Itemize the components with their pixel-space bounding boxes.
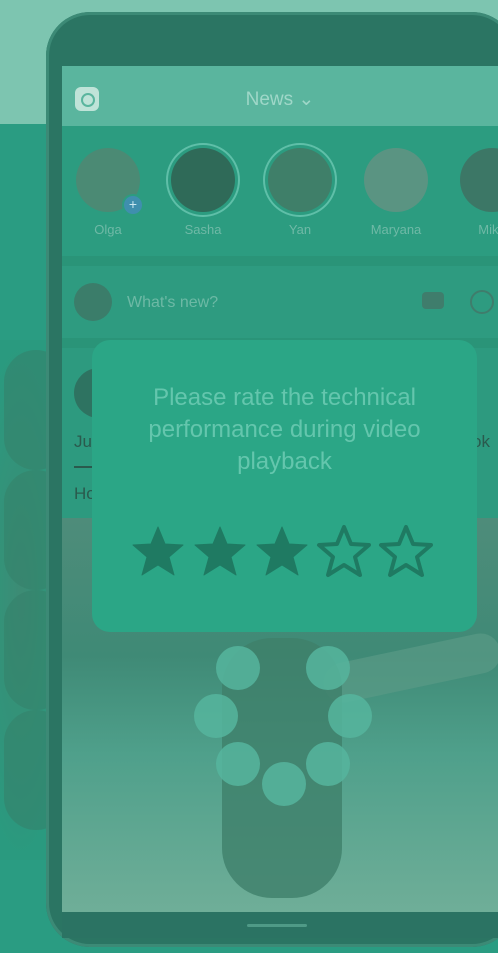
avatar xyxy=(74,283,112,321)
spinner-dot xyxy=(216,646,260,690)
story-name: Olga xyxy=(94,222,122,237)
story-item[interactable]: Mikh xyxy=(454,148,498,237)
avatar xyxy=(171,148,235,212)
post-composer: What's new? xyxy=(62,266,498,338)
rating-prompt: Please rate the technical performance du… xyxy=(148,384,421,475)
story-name: Mikh xyxy=(478,222,498,237)
story-name: Yan xyxy=(288,222,312,237)
spinner-dot xyxy=(262,762,306,806)
spinner-dot xyxy=(216,742,260,786)
rating-dialog: Please rate the technical performance du… xyxy=(92,340,477,632)
add-story-icon[interactable]: + xyxy=(124,196,142,214)
story-name: Sasha xyxy=(184,222,222,237)
avatar xyxy=(460,148,498,212)
system-nav-bar xyxy=(62,912,498,938)
avatar xyxy=(364,148,428,212)
avatar xyxy=(268,148,332,212)
star-5-icon[interactable] xyxy=(378,524,434,580)
story-name: Maryana xyxy=(370,222,422,237)
target-icon[interactable] xyxy=(470,290,494,314)
home-indicator[interactable] xyxy=(247,924,307,927)
camera-icon[interactable] xyxy=(422,292,444,309)
star-2-icon[interactable] xyxy=(192,524,248,580)
spinner-dot xyxy=(194,694,238,738)
spinner-dot xyxy=(328,694,372,738)
star-3-icon[interactable] xyxy=(254,524,310,580)
whats-new-input[interactable]: What's new? xyxy=(127,294,218,312)
story-item[interactable]: Yan xyxy=(262,148,338,237)
story-item[interactable]: + Olga xyxy=(70,148,146,237)
story-item[interactable]: Maryana xyxy=(358,148,434,237)
star-rating xyxy=(130,524,450,580)
loading-spinner xyxy=(190,640,380,810)
spinner-dot xyxy=(306,742,350,786)
news-feed-selector[interactable]: News ⌄ xyxy=(62,88,498,111)
app-bar: News ⌄ xyxy=(62,66,498,126)
star-1-icon[interactable] xyxy=(130,524,186,580)
spinner-dot xyxy=(306,646,350,690)
avatar: + xyxy=(76,148,142,214)
star-4-icon[interactable] xyxy=(316,524,372,580)
story-item[interactable]: Sasha xyxy=(165,148,241,237)
stories-row: + Olga Sasha Yan Maryana Mikh xyxy=(62,126,498,256)
post-text: Ju xyxy=(74,432,92,451)
